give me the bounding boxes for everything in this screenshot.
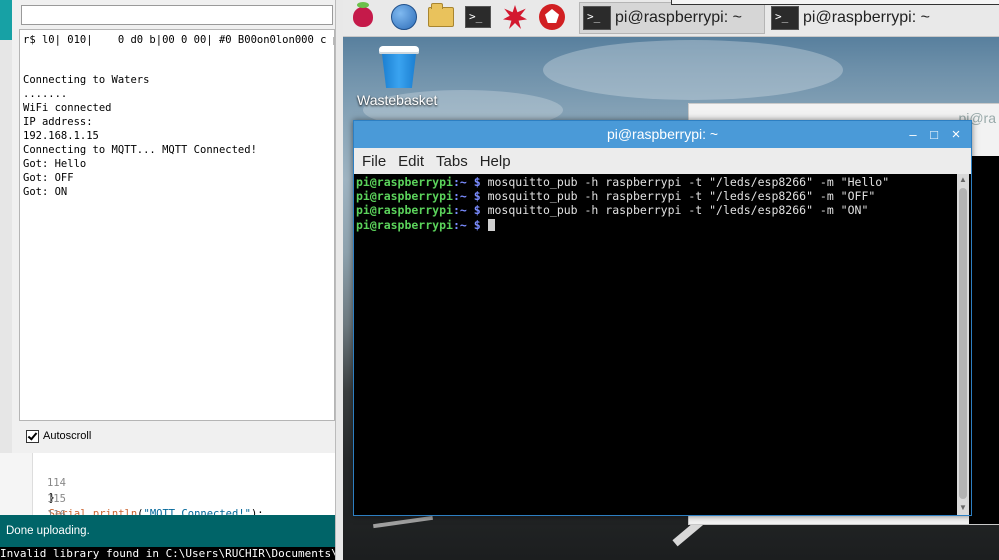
- scroll-down-arrow-icon[interactable]: ▼: [957, 502, 969, 514]
- terminal-line: pi@raspberrypi:~ $ mosquitto_pub -h rasp…: [356, 203, 957, 217]
- taskbar-task-terminal-2[interactable]: >_ pi@raspberrypi: ~: [767, 2, 953, 34]
- menu-help[interactable]: Help: [474, 153, 517, 170]
- terminal-icon: >_: [583, 6, 611, 30]
- terminal-window: pi@raspberrypi: ~ – □ × File Edit Tabs H…: [353, 120, 972, 516]
- serial-line: WiFi connected: [23, 102, 112, 114]
- terminal-output[interactable]: pi@raspberrypi:~ $ mosquitto_pub -h rasp…: [356, 174, 957, 514]
- prompt-user: pi@raspberrypi: [356, 217, 453, 232]
- prompt-user: pi@raspberrypi: [356, 189, 453, 204]
- maximize-button[interactable]: □: [924, 121, 944, 148]
- menu-edit[interactable]: Edit: [392, 153, 430, 170]
- command-text: mosquitto_pub -h raspberrypi -t "/leds/e…: [487, 203, 869, 218]
- ide-teal-strip: [0, 0, 12, 40]
- terminal-scrollbar[interactable]: ▲ ▼: [957, 174, 969, 515]
- terminal-titlebar[interactable]: pi@raspberrypi: ~ – □ ×: [354, 121, 971, 148]
- wastebasket-desktop-icon[interactable]: Wastebasket: [343, 42, 453, 114]
- serial-line: Connecting to Waters: [23, 74, 150, 86]
- terminal-line: pi@raspberrypi:~ $ mosquitto_pub -h rasp…: [356, 175, 957, 189]
- wastebasket-label: Wastebasket: [357, 92, 438, 108]
- serial-send-input[interactable]: [21, 5, 333, 25]
- trash-icon: [379, 46, 419, 88]
- code-line: 116 }: [0, 493, 66, 536]
- autoscroll-label: Autoscroll: [43, 430, 92, 442]
- autoscroll-checkbox[interactable]: [26, 429, 39, 443]
- menu-file[interactable]: File: [356, 153, 392, 170]
- serial-output-area[interactable]: r$ l0| 010| 0 d0 b|00 0 00| #0 B00on0lon…: [19, 29, 335, 421]
- scroll-up-arrow-icon[interactable]: ▲: [957, 174, 969, 186]
- mathematica-icon[interactable]: [501, 3, 529, 31]
- serial-line: Got: Hello: [23, 158, 87, 170]
- arduino-ide-window: r$ l0| 010| 0 d0 b|00 0 00| #0 B00on0lon…: [0, 0, 343, 560]
- serial-line: r$ l0| 010| 0 d0 b|00 0 00| #0 B00on0lon…: [23, 34, 335, 46]
- pi-desktop: >_ >_ pi@raspberrypi: ~ >_ pi@raspberryp…: [343, 0, 999, 560]
- wolfram-icon[interactable]: [538, 3, 566, 31]
- prompt-user: pi@raspberrypi: [356, 175, 453, 189]
- taskbar-tray-area: [671, 0, 999, 5]
- serial-line: .......: [23, 88, 68, 100]
- menu-tabs[interactable]: Tabs: [430, 153, 474, 170]
- web-browser-icon[interactable]: [390, 3, 418, 31]
- background-window-content: [969, 156, 999, 524]
- autoscroll-row: Autoscroll: [19, 422, 335, 450]
- text-cursor: [487, 218, 495, 231]
- raspberry-menu-icon[interactable]: [349, 2, 377, 31]
- prompt-path: :~ $: [452, 203, 481, 218]
- serial-blank-gap: [23, 47, 334, 73]
- file-manager-icon[interactable]: [427, 3, 455, 31]
- serial-line: Connecting to MQTT... MQTT Connected!: [23, 144, 257, 156]
- taskbar: >_ >_ pi@raspberrypi: ~ >_ pi@raspberryp…: [343, 0, 999, 37]
- terminal-icon: >_: [771, 6, 799, 30]
- terminal-title: pi@raspberrypi: ~: [606, 126, 719, 142]
- serial-line: IP address:: [23, 116, 93, 128]
- prompt-path: :~ $: [452, 217, 481, 232]
- command-text: mosquitto_pub -h raspberrypi -t "/leds/e…: [487, 175, 890, 189]
- close-button[interactable]: ×: [946, 121, 966, 148]
- code-line: 114 }: [0, 461, 66, 504]
- prompt-user: pi@raspberrypi: [356, 203, 453, 218]
- terminal-line: pi@raspberrypi:~ $ mosquitto_pub -h rasp…: [356, 189, 957, 203]
- prompt-path: :~ $: [452, 189, 481, 204]
- task-label: pi@raspberrypi: ~: [615, 9, 742, 26]
- wallpaper-cloud: [543, 40, 843, 100]
- terminal-line: pi@raspberrypi:~ $: [356, 218, 957, 232]
- code-editor[interactable]: 114 } 115 Serial.println("MQTT Connected…: [0, 453, 343, 536]
- scrollbar-thumb[interactable]: [959, 188, 967, 499]
- prompt-path: :~ $: [452, 175, 481, 189]
- task-label: pi@raspberrypi: ~: [803, 9, 930, 26]
- terminal-launcher-icon[interactable]: >_: [464, 3, 492, 31]
- console-output: Invalid library found in C:\Users\RUCHIR…: [0, 547, 335, 560]
- window-border: [335, 0, 343, 560]
- serial-line: Got: ON: [23, 186, 68, 198]
- terminal-menubar: File Edit Tabs Help: [354, 148, 971, 174]
- command-text: mosquitto_pub -h raspberrypi -t "/leds/e…: [487, 189, 876, 204]
- code-line: 115 Serial.println("MQTT Connected!");: [0, 477, 264, 520]
- minimize-button[interactable]: –: [903, 121, 923, 148]
- upload-status-bar: Done uploading.: [0, 515, 335, 547]
- serial-line: 192.168.1.15: [23, 130, 99, 142]
- serial-line: Got: OFF: [23, 172, 74, 184]
- wallpaper-road-marking: [373, 515, 433, 529]
- taskbar-task-terminal-1[interactable]: >_ pi@raspberrypi: ~: [579, 2, 765, 34]
- ide-side-strip: [0, 40, 12, 460]
